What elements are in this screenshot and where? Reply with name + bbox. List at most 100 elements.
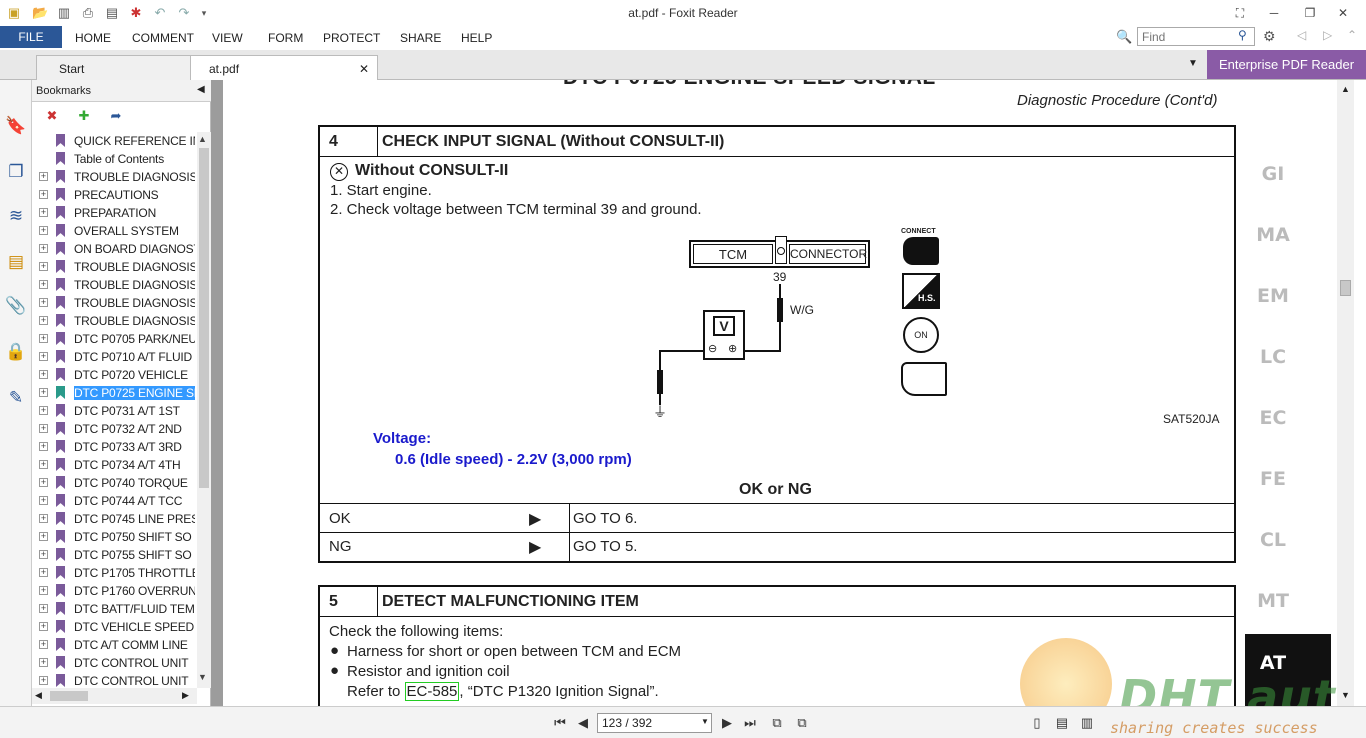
- expand-icon[interactable]: +: [39, 424, 48, 433]
- expand-icon[interactable]: +: [39, 334, 48, 343]
- enterprise-reader-button[interactable]: Enterprise PDF Reader: [1207, 50, 1366, 79]
- scroll-left-icon[interactable]: ◀: [35, 690, 42, 701]
- attachments-icon[interactable]: 📎: [4, 294, 28, 318]
- document-scroll-thumb[interactable]: [1340, 280, 1351, 296]
- expand-icon[interactable]: +: [39, 352, 48, 361]
- bookmark-item[interactable]: + DTC P0734 A/T 4TH: [32, 456, 197, 474]
- expand-icon[interactable]: +: [39, 460, 48, 469]
- bookmark-item[interactable]: + PRECAUTIONS: [32, 186, 197, 204]
- expand-icon[interactable]: +: [39, 316, 48, 325]
- layers-icon[interactable]: ≋: [4, 204, 28, 228]
- expand-icon[interactable]: +: [39, 514, 48, 523]
- fullscreen-icon[interactable]: ⛶: [1231, 4, 1249, 22]
- signature-icon[interactable]: ✎: [4, 386, 28, 410]
- bookmark-item[interactable]: + DTC P0705 PARK/NEUTRAL: [32, 330, 197, 348]
- expand-icon[interactable]: +: [39, 532, 48, 541]
- bookmark-item[interactable]: + DTC P1760 OVERRUN: [32, 582, 197, 600]
- scroll-up-icon[interactable]: ▲: [198, 134, 207, 144]
- file-menu[interactable]: FILE: [0, 26, 62, 48]
- expand-icon[interactable]: +: [39, 586, 48, 595]
- prev-view-icon[interactable]: ⧉: [768, 714, 786, 732]
- settings-gear-icon[interactable]: ⚙: [1263, 28, 1281, 46]
- page-dropdown-icon[interactable]: ▼: [701, 717, 709, 726]
- bookmark-item[interactable]: + DTC P0710 A/T FLUID: [32, 348, 197, 366]
- expand-icon[interactable]: +: [39, 370, 48, 379]
- bookmark-item[interactable]: + OVERALL SYSTEM: [32, 222, 197, 240]
- bookmark-item[interactable]: + TROUBLE DIAGNOSIS: [32, 294, 197, 312]
- expand-icon[interactable]: +: [39, 388, 48, 397]
- bookmark-item[interactable]: + DTC P0744 A/T TCC: [32, 492, 197, 510]
- scroll-right-icon[interactable]: ▶: [182, 690, 189, 701]
- bookmark-item[interactable]: + DTC P0732 A/T 2ND: [32, 420, 197, 438]
- scroll-down-icon[interactable]: ▼: [1341, 690, 1350, 700]
- expand-icon[interactable]: +: [39, 442, 48, 451]
- scroll-down-icon[interactable]: ▼: [198, 672, 207, 682]
- bookmark-item[interactable]: Table of Contents: [32, 150, 197, 168]
- bookmark-item[interactable]: + TROUBLE DIAGNOSIS: [32, 168, 197, 186]
- collapse-ribbon-icon[interactable]: ⌃: [1347, 28, 1357, 42]
- ng-goto-link[interactable]: GO TO 5.: [573, 538, 637, 555]
- minimize-button[interactable]: ─: [1265, 4, 1283, 22]
- pages-icon[interactable]: ❐: [4, 160, 28, 184]
- bookmark-item[interactable]: + DTC P0750 SHIFT SO: [32, 528, 197, 546]
- bookmark-item[interactable]: + DTC P0755 SHIFT SO: [32, 546, 197, 564]
- single-page-icon[interactable]: ▯: [1028, 714, 1046, 732]
- tab-list-dropdown-icon[interactable]: ▼: [1188, 58, 1198, 69]
- find-next-icon[interactable]: ▷: [1323, 28, 1332, 42]
- ok-goto-link[interactable]: GO TO 6.: [573, 510, 637, 527]
- bookmark-item[interactable]: + TROUBLE DIAGNOSIS: [32, 312, 197, 330]
- ec-585-link[interactable]: EC-585: [404, 682, 460, 701]
- bookmark-item[interactable]: + DTC P0720 VEHICLE: [32, 366, 197, 384]
- menu-protect[interactable]: PROTECT: [323, 26, 380, 48]
- next-page-icon[interactable]: ▶: [718, 714, 736, 732]
- security-lock-icon[interactable]: 🔒: [4, 340, 28, 364]
- expand-icon[interactable]: +: [39, 568, 48, 577]
- bookmark-item[interactable]: + ON BOARD DIAGNOSTIC: [32, 240, 197, 258]
- bookmark-item[interactable]: + DTC P0745 LINE PRES: [32, 510, 197, 528]
- expand-icon[interactable]: +: [39, 226, 48, 235]
- expand-icon[interactable]: +: [39, 298, 48, 307]
- expand-icon[interactable]: +: [39, 406, 48, 415]
- bookmarks-hscroll-thumb[interactable]: [50, 691, 88, 701]
- find-prev-icon[interactable]: ◁: [1297, 28, 1306, 42]
- last-page-icon[interactable]: ⏭: [741, 714, 759, 732]
- page-number-input[interactable]: 123 / 392 ▼: [597, 713, 712, 733]
- continuous-icon[interactable]: ▤: [1053, 714, 1071, 732]
- bookmark-item[interactable]: + DTC CONTROL UNIT: [32, 672, 197, 688]
- bookmark-item[interactable]: + TROUBLE DIAGNOSIS: [32, 258, 197, 276]
- menu-comment[interactable]: COMMENT: [132, 26, 194, 48]
- menu-help[interactable]: HELP: [461, 26, 492, 48]
- expand-icon[interactable]: +: [39, 172, 48, 181]
- expand-icon[interactable]: +: [39, 262, 48, 271]
- find-folder-icon[interactable]: 🔍: [1116, 29, 1134, 45]
- prev-page-icon[interactable]: ◀: [574, 714, 592, 732]
- bookmark-item[interactable]: + PREPARATION: [32, 204, 197, 222]
- delete-bookmark-icon[interactable]: ✖: [42, 106, 62, 126]
- bookmark-item[interactable]: + DTC VEHICLE SPEED: [32, 618, 197, 636]
- expand-icon[interactable]: +: [39, 478, 48, 487]
- menu-home[interactable]: HOME: [75, 26, 111, 48]
- bookmarks-horizontal-scrollbar[interactable]: ◀ ▶: [32, 688, 197, 704]
- menu-view[interactable]: VIEW: [212, 26, 243, 48]
- bookmark-item[interactable]: + DTC P1705 THROTTLE: [32, 564, 197, 582]
- comments-icon[interactable]: ▤: [4, 250, 28, 274]
- expand-icon[interactable]: +: [39, 496, 48, 505]
- menu-form[interactable]: FORM: [268, 26, 303, 48]
- expand-icon[interactable]: +: [39, 658, 48, 667]
- expand-icon[interactable]: +: [39, 640, 48, 649]
- bookmarks-vertical-scrollbar[interactable]: ▲ ▼: [197, 132, 211, 688]
- bookmark-item[interactable]: + DTC P0733 A/T 3RD: [32, 438, 197, 456]
- bookmark-item[interactable]: + DTC A/T COMM LINE: [32, 636, 197, 654]
- expand-icon[interactable]: +: [39, 244, 48, 253]
- first-page-icon[interactable]: ⏮: [551, 714, 569, 732]
- next-view-icon[interactable]: ⧉: [793, 714, 811, 732]
- expand-icon[interactable]: +: [39, 622, 48, 631]
- document-vertical-scrollbar[interactable]: ▲ ▼: [1337, 80, 1354, 706]
- scroll-up-icon[interactable]: ▲: [1341, 84, 1350, 94]
- bookmarks-icon[interactable]: 🔖: [4, 114, 28, 138]
- bookmark-item[interactable]: + DTC P0725 ENGINE SPEED: [32, 384, 197, 402]
- goto-bookmark-icon[interactable]: ➦: [106, 106, 126, 126]
- bookmark-item[interactable]: QUICK REFERENCE INDEX: [32, 132, 197, 150]
- expand-icon[interactable]: +: [39, 190, 48, 199]
- search-icon[interactable]: ⚲: [1238, 28, 1254, 44]
